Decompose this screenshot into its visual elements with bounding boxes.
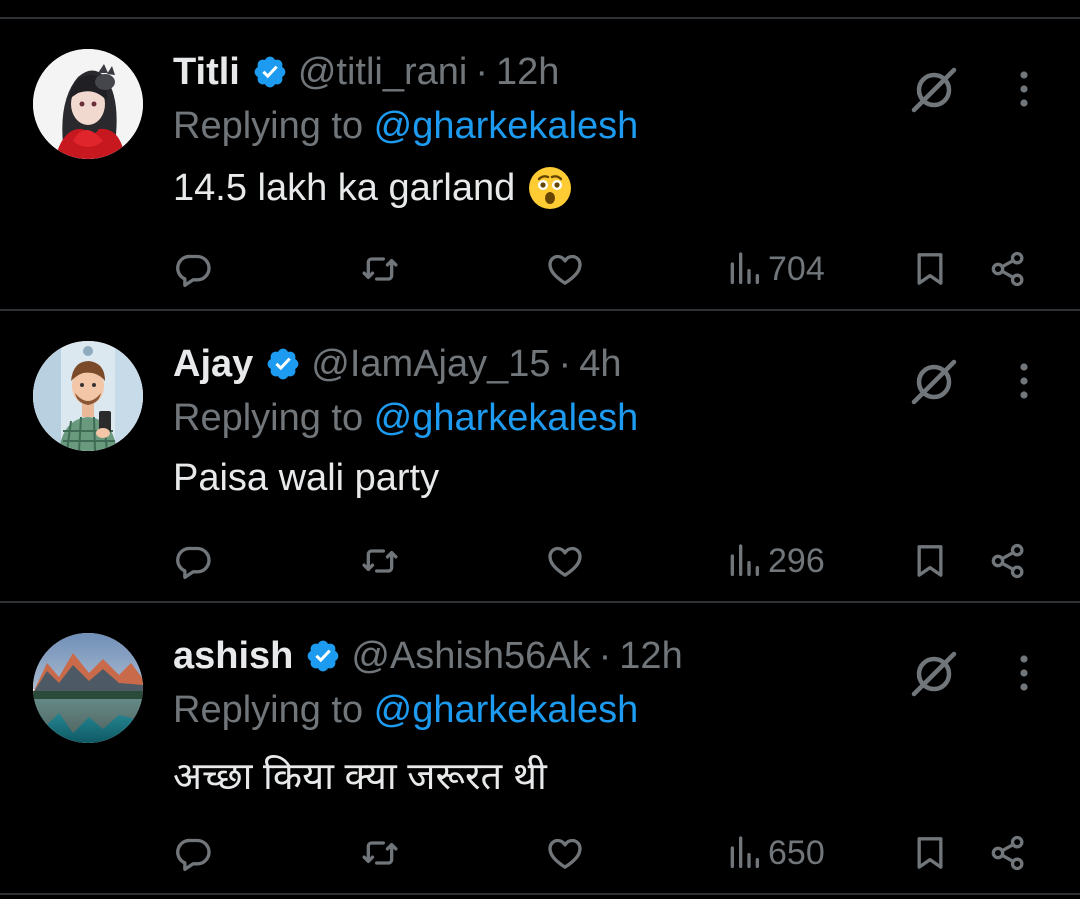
tweet-header: Titli @titli_rani · 12h [173, 46, 559, 98]
bookmark-icon[interactable] [910, 536, 950, 586]
views-count: 704 [768, 249, 825, 288]
bookmark-icon[interactable] [910, 244, 950, 294]
avatar[interactable] [33, 49, 143, 159]
tweet-header: ashish @Ashish56Ak · 12h [173, 630, 683, 682]
views-icon [730, 836, 759, 868]
mention-link[interactable]: @gharkekalesh [374, 105, 639, 147]
like-icon[interactable] [545, 828, 585, 878]
more-options-icon[interactable] [1006, 359, 1042, 403]
grok-icon[interactable] [908, 356, 960, 408]
action-bar: 296 [0, 536, 1080, 586]
more-options-icon[interactable] [1006, 651, 1042, 695]
action-bar: 650 [0, 828, 1080, 878]
user-handle[interactable]: @Ashish56Ak [351, 635, 590, 678]
tweet-1[interactable]: Titli @titli_rani · 12h Replying to @gha… [0, 19, 1080, 311]
reply-icon[interactable] [174, 828, 214, 878]
replying-to-label: Replying to [173, 689, 374, 731]
display-name[interactable]: ashish [173, 635, 293, 678]
replying-to-label: Replying to [173, 397, 374, 439]
more-options-icon[interactable] [1006, 67, 1042, 111]
reply-icon[interactable] [174, 244, 214, 294]
repost-icon[interactable] [360, 536, 400, 586]
tweet-text: Paisa wali party [173, 457, 439, 500]
tweet-text-content: Paisa wali party [173, 457, 440, 499]
reply-icon[interactable] [174, 536, 214, 586]
grok-icon[interactable] [908, 648, 960, 700]
mention-link[interactable]: @gharkekalesh [374, 397, 639, 439]
grok-icon[interactable] [908, 64, 960, 116]
views-count: 296 [768, 541, 825, 580]
tweet-text: 14.5 lakh ka garland [173, 165, 573, 211]
replying-to: Replying to @gharkekalesh [173, 397, 638, 440]
tweet-2[interactable]: Ajay @IamAjay_15 · 4h Replying to @ghark… [0, 311, 1080, 603]
tweet-separator [0, 893, 1080, 895]
timestamp[interactable]: 12h [619, 635, 682, 678]
tweet-text-content: अच्छा किया क्या जरूरत थी [173, 756, 547, 798]
verified-badge-icon [252, 54, 288, 90]
tweet-text-content: 14.5 lakh ka garland [173, 166, 516, 209]
replying-to: Replying to @gharkekalesh [173, 689, 638, 732]
verified-badge-icon [265, 346, 301, 382]
action-bar: 704 [0, 244, 1080, 294]
tweet-text: अच्छा किया क्या जरूरत थी [173, 749, 547, 801]
separator-dot: · [558, 342, 572, 385]
timestamp[interactable]: 12h [496, 51, 559, 94]
separator-dot: · [598, 634, 612, 677]
share-icon[interactable] [988, 536, 1028, 586]
verified-badge-icon [305, 638, 341, 674]
timestamp[interactable]: 4h [579, 343, 621, 386]
avatar[interactable] [33, 341, 143, 451]
user-handle[interactable]: @titli_rani [298, 51, 468, 94]
user-handle[interactable]: @IamAjay_15 [311, 343, 550, 386]
replying-to: Replying to @gharkekalesh [173, 105, 638, 148]
like-icon[interactable] [545, 536, 585, 586]
astonished-face-emoji [527, 165, 573, 211]
views-count: 650 [768, 833, 825, 872]
separator-dot: · [475, 50, 489, 93]
views-icon [730, 252, 759, 284]
repost-icon[interactable] [360, 828, 400, 878]
views-icon [730, 544, 759, 576]
views-button[interactable]: 650 [724, 828, 825, 878]
views-button[interactable]: 704 [724, 244, 825, 294]
display-name[interactable]: Titli [173, 51, 240, 94]
tweet-3[interactable]: ashish @Ashish56Ak · 12h Replying to @gh… [0, 603, 1080, 895]
share-icon[interactable] [988, 244, 1028, 294]
bookmark-icon[interactable] [910, 828, 950, 878]
display-name[interactable]: Ajay [173, 343, 253, 386]
views-button[interactable]: 296 [724, 536, 825, 586]
repost-icon[interactable] [360, 244, 400, 294]
tweet-header: Ajay @IamAjay_15 · 4h [173, 338, 621, 390]
mention-link[interactable]: @gharkekalesh [374, 689, 639, 731]
replying-to-label: Replying to [173, 105, 374, 147]
share-icon[interactable] [988, 828, 1028, 878]
avatar[interactable] [33, 633, 143, 743]
like-icon[interactable] [545, 244, 585, 294]
